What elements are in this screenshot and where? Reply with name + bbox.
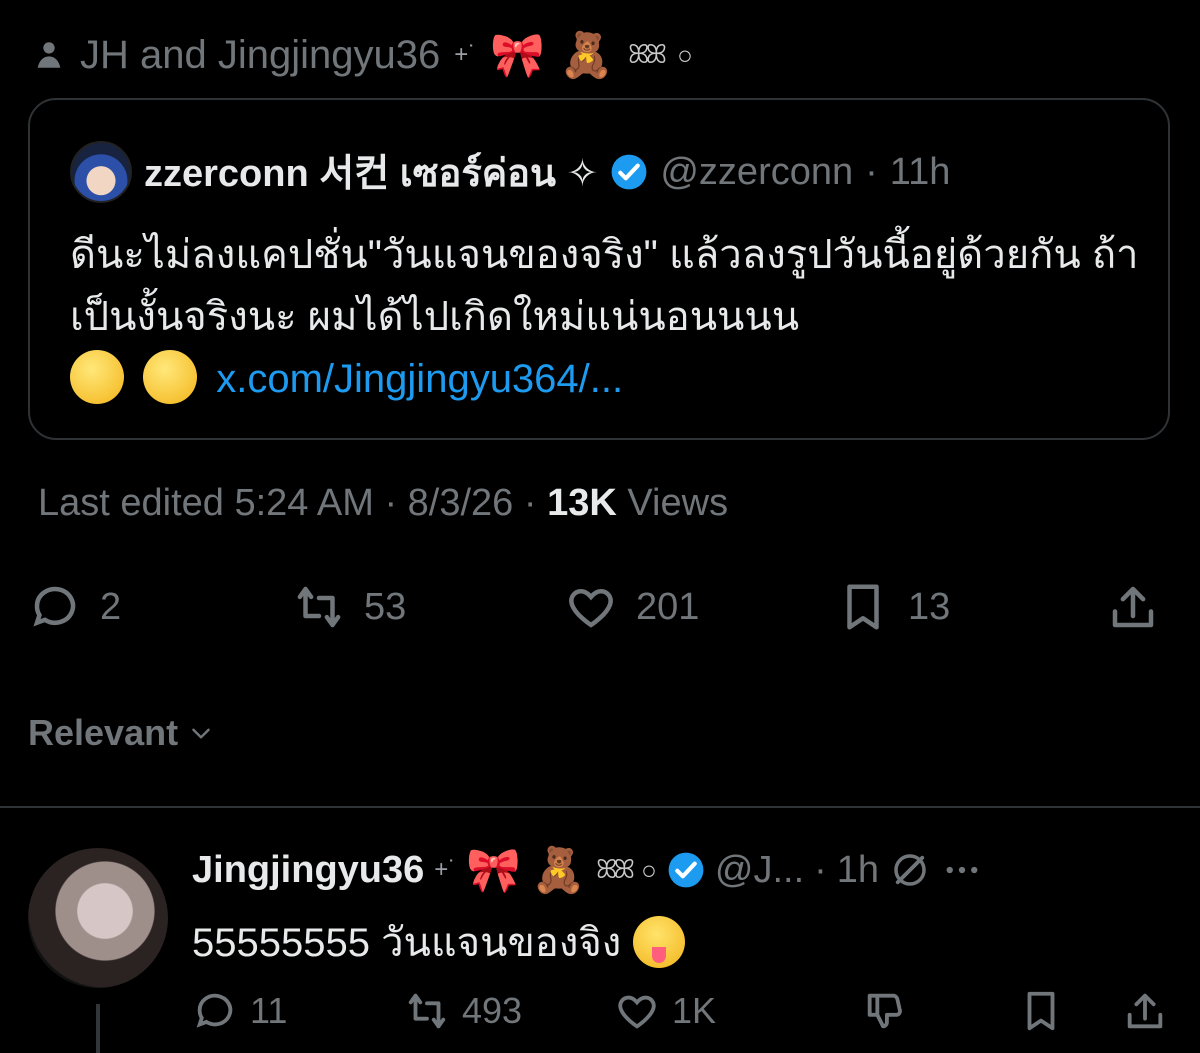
- reply-header: Jingjingyu36 +˙ 🎀 🧸 ꕤꕤ ○ @J... · 1h: [192, 838, 983, 902]
- bookmark-icon: [847, 584, 879, 630]
- section-divider: [0, 806, 1200, 808]
- thread-line: [96, 1004, 100, 1053]
- reply-ring-icon: ○: [641, 854, 657, 885]
- heart-icon: [569, 588, 613, 628]
- heart-icon: [618, 995, 656, 1029]
- bookmark-icon: [1027, 991, 1055, 1031]
- ring-icon: ○: [677, 39, 693, 70]
- reply-text: 55555555 วันแจนของจิง: [192, 921, 622, 965]
- quoted-author-name[interactable]: zzerconn 서컨 เซอร์ค่อน ✧: [144, 142, 598, 203]
- reply-button[interactable]: 2: [28, 580, 121, 634]
- more-options-icon[interactable]: [941, 849, 983, 891]
- reply-body: 55555555 วันแจนของจิง: [192, 910, 686, 974]
- quoted-post-link[interactable]: x.com/Jingjingyu364/...: [216, 357, 623, 401]
- verified-badge-icon: [611, 154, 647, 190]
- share-icon: [1112, 586, 1154, 628]
- reply-downvote-button[interactable]: [862, 988, 908, 1034]
- like-count: 201: [636, 585, 700, 628]
- melting-face-icon: [70, 350, 124, 404]
- person-icon: [37, 42, 61, 68]
- repost-icon: [297, 586, 341, 628]
- repost-button[interactable]: 53: [292, 580, 406, 634]
- reply-author-handle[interactable]: @J...: [715, 849, 804, 892]
- reply-name-mark: +˙: [434, 856, 457, 883]
- share-button[interactable]: [1106, 580, 1160, 634]
- reply-repost-count: 493: [462, 990, 523, 1031]
- face-with-tongue-icon: [633, 916, 686, 968]
- quoted-post-body: ดีนะไม่ลงแคปชั่น"วันแจนของจริง" แล้วลงรู…: [70, 224, 1140, 410]
- ribbon-icon: 🎀: [490, 30, 546, 81]
- quoted-author-handle[interactable]: @zzerconn: [660, 151, 853, 194]
- bookmark-count: 13: [908, 585, 951, 628]
- reply-icon: [33, 586, 76, 627]
- repost-icon: [408, 993, 446, 1029]
- hand-over-mouth-face-icon: [143, 350, 198, 404]
- reply-reply-count: 11: [250, 990, 288, 1031]
- grok-icon[interactable]: [889, 849, 931, 891]
- swirl-icon: ꕤꕤ: [627, 39, 667, 69]
- reply-swirl-icon: ꕤꕤ: [595, 854, 635, 884]
- reply-like-count: 1K: [672, 990, 717, 1031]
- reply-separator: ·: [814, 848, 827, 891]
- quoted-post-time[interactable]: 11h: [890, 151, 951, 194]
- social-context: JH and Jingjingyu36 +˙ 🎀 🧸 ꕤꕤ ○: [32, 28, 693, 82]
- post-actions: 2 53 201 13: [28, 580, 1168, 640]
- thumbs-down-icon: [867, 993, 902, 1029]
- reply-sort-dropdown[interactable]: Relevant: [28, 712, 214, 754]
- reply-time[interactable]: 1h: [837, 849, 879, 892]
- reply-author-avatar[interactable]: [28, 848, 168, 988]
- header-separator: ·: [865, 150, 878, 193]
- repost-count: 53: [364, 585, 407, 628]
- reply-actions: 11 493 1K: [192, 988, 1172, 1044]
- social-context-mark: +˙: [454, 41, 477, 68]
- reply-share-button[interactable]: [1122, 988, 1168, 1034]
- reply-like-button[interactable]: 1K: [614, 988, 716, 1034]
- reply-icon: [196, 993, 233, 1028]
- reply-verified-badge-icon: [668, 852, 704, 888]
- views-count: 13K: [547, 482, 617, 524]
- meta-separator: ·: [523, 482, 537, 524]
- sort-label: Relevant: [28, 712, 179, 753]
- bookmark-button[interactable]: 13: [836, 580, 950, 634]
- quoted-post-text: ดีนะไม่ลงแคปชั่น"วันแจนของจริง" แล้วลงรู…: [70, 233, 1139, 339]
- share-icon: [1127, 993, 1163, 1029]
- reply-author-name[interactable]: Jingjingyu36: [192, 849, 424, 892]
- like-button[interactable]: 201: [564, 580, 699, 634]
- reply-bookmark-button[interactable]: [1018, 988, 1064, 1034]
- edited-timestamp[interactable]: Last edited 5:24 AM · 8/3/26: [38, 482, 513, 524]
- reply-reply-button[interactable]: 11: [192, 988, 287, 1034]
- reply-ribbon-icon: 🎀: [466, 845, 522, 896]
- quoted-author-avatar[interactable]: [70, 141, 132, 203]
- teddy-bear-icon: 🧸: [559, 30, 614, 81]
- chevron-down-icon: [192, 728, 210, 739]
- reply-teddy-bear-icon: 🧸: [531, 845, 586, 896]
- post-metadata: Last edited 5:24 AM · 8/3/26 · 13K Views: [38, 482, 728, 525]
- social-context-text: JH and Jingjingyu36: [80, 32, 441, 77]
- views-label: Views: [627, 482, 729, 524]
- quoted-post-header: zzerconn 서컨 เซอร์ค่อน ✧ @zzerconn · 11h: [70, 140, 950, 204]
- reply-count: 2: [100, 585, 122, 628]
- reply-repost-button[interactable]: 493: [404, 988, 522, 1034]
